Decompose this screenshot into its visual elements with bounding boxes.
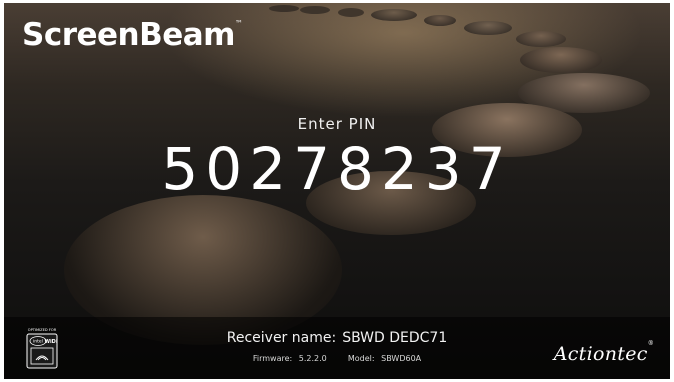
- manufacturer-name: Actiontec: [553, 343, 648, 365]
- brand-name: ScreenBeam: [22, 17, 235, 53]
- pin-value: 50278237: [161, 135, 513, 203]
- screenbeam-pin-screen: ScreenBeam™ Enter PIN 50278237 OPTIMIZED…: [4, 3, 670, 379]
- receiver-name-label: Receiver name:: [226, 330, 337, 346]
- firmware-label: Firmware:: [252, 354, 293, 363]
- trademark-symbol: ™: [234, 18, 243, 28]
- pin-label: Enter PIN: [297, 115, 377, 133]
- actiontec-logo: Actiontec®: [553, 339, 654, 365]
- manufacturer-trademark: ®: [647, 339, 654, 347]
- model-value: SBWD60A: [381, 354, 422, 363]
- receiver-name-value: SBWD DEDC71: [342, 330, 448, 346]
- screenbeam-logo: ScreenBeam™: [22, 17, 243, 53]
- firmware-value: 5.2.2.0: [298, 354, 327, 363]
- model-label: Model:: [347, 354, 375, 363]
